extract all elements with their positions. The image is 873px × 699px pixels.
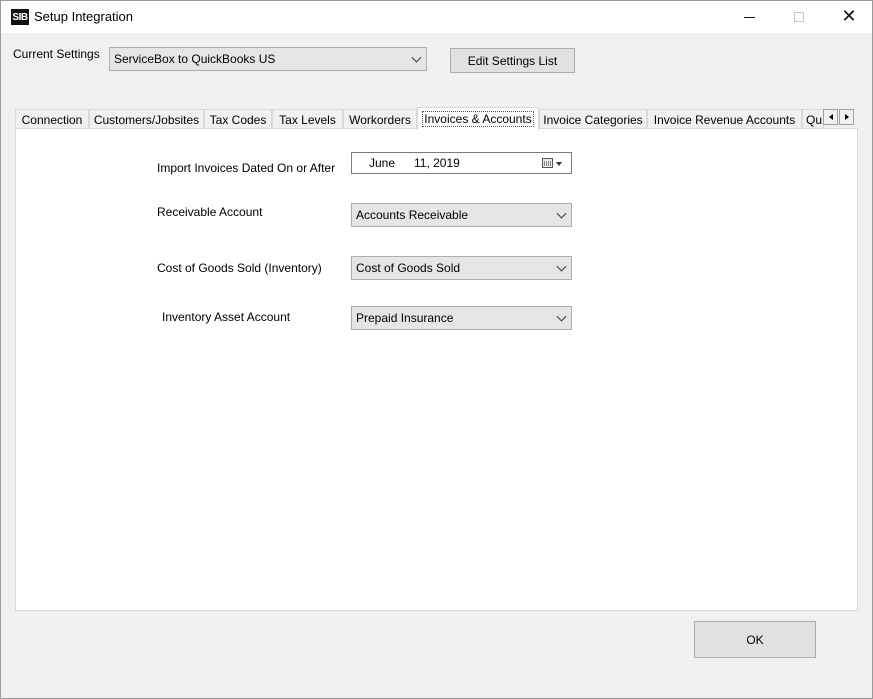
tab-qu[interactable]: Qu [802, 109, 824, 129]
chevron-down-icon [556, 311, 567, 322]
tab-customers-jobsites[interactable]: Customers/Jobsites [89, 109, 204, 129]
tab-invoice-categories[interactable]: Invoice Categories [539, 109, 647, 129]
date-month: June [369, 156, 396, 170]
tab-connection[interactable]: Connection [15, 109, 89, 129]
current-settings-dropdown[interactable]: ServiceBox to QuickBooks US [109, 47, 427, 71]
tab-label: Customers/Jobsites [93, 112, 200, 127]
inventory-asset-label: Inventory Asset Account [162, 310, 291, 324]
tab-label: Tax Levels [279, 112, 336, 127]
chevron-down-icon [411, 52, 422, 63]
maximize-icon [794, 12, 804, 22]
cogs-value: Cost of Goods Sold [356, 261, 461, 275]
tab-label: Tax Codes [209, 112, 267, 127]
chevron-down-icon [556, 208, 567, 219]
cogs-dropdown[interactable]: Cost of Goods Sold [351, 256, 572, 280]
arrow-right-icon [844, 114, 849, 120]
window-title: Setup Integration [34, 9, 134, 24]
cogs-label: Cost of Goods Sold (Inventory) [157, 261, 322, 275]
receivable-account-value: Accounts Receivable [356, 208, 469, 222]
tab-label: Connection [21, 112, 83, 127]
minimize-icon [743, 16, 755, 18]
title-bar[interactable]: SIB Setup Integration ✕ [1, 1, 872, 33]
inventory-asset-value: Prepaid Insurance [356, 311, 454, 325]
edit-settings-list-button[interactable]: Edit Settings List [450, 48, 575, 73]
tab-strip: Connection Customers/Jobsites Tax Codes … [15, 107, 861, 130]
tab-label: Qu [806, 112, 823, 127]
date-day-year: 11, 2019 [414, 156, 460, 170]
tab-scroll-left-button[interactable] [823, 109, 838, 125]
receivable-account-dropdown[interactable]: Accounts Receivable [351, 203, 572, 227]
chevron-down-icon [556, 261, 567, 272]
inventory-asset-dropdown[interactable]: Prepaid Insurance [351, 306, 572, 330]
tab-label: Invoice Categories [543, 112, 643, 127]
receivable-account-label: Receivable Account [157, 205, 263, 219]
tab-tax-codes[interactable]: Tax Codes [204, 109, 272, 129]
tab-label: Workorders [349, 112, 411, 127]
arrow-left-icon [828, 114, 833, 120]
import-date-label: Import Invoices Dated On or After [157, 161, 336, 175]
ok-button[interactable]: OK [694, 621, 816, 658]
tab-invoices-accounts[interactable]: Invoices & Accounts [417, 107, 539, 130]
maximize-button[interactable] [776, 1, 822, 33]
calendar-icon [542, 158, 553, 168]
tab-invoice-revenue-accounts[interactable]: Invoice Revenue Accounts [647, 109, 802, 129]
tab-tax-levels[interactable]: Tax Levels [272, 109, 343, 129]
close-button[interactable]: ✕ [826, 1, 872, 33]
tab-label: Invoice Revenue Accounts [653, 112, 796, 127]
setup-integration-window: SIB Setup Integration ✕ Current Settings… [0, 0, 873, 699]
minimize-button[interactable] [726, 1, 772, 33]
tab-workorders[interactable]: Workorders [343, 109, 417, 129]
app-icon: SIB [11, 9, 29, 25]
current-settings-label: Current Settings [13, 47, 100, 61]
tab-content-panel [15, 128, 858, 611]
current-settings-value: ServiceBox to QuickBooks US [114, 52, 276, 66]
tab-scroll-right-button[interactable] [839, 109, 854, 125]
close-icon: ✕ [841, 6, 857, 27]
tab-label: Invoices & Accounts [422, 111, 534, 127]
import-date-picker[interactable]: June 11, 2019 [351, 152, 572, 174]
dropdown-arrow-icon [556, 162, 562, 166]
